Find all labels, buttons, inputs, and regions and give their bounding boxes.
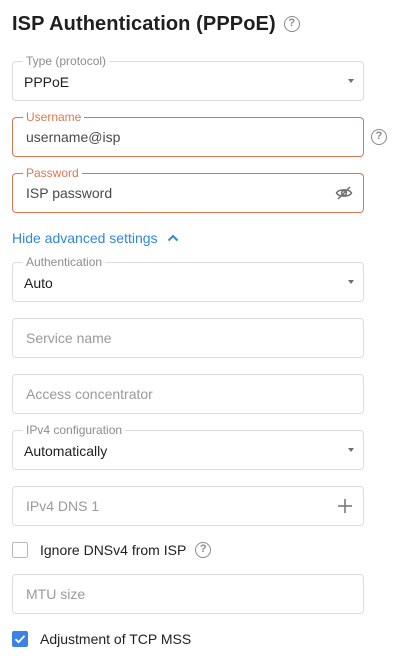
username-help-icon[interactable]: ? — [371, 129, 387, 145]
mtu-size-placeholder: MTU size — [26, 586, 86, 602]
type-protocol-select[interactable]: Type (protocol) PPPoE — [12, 54, 364, 101]
dropdown-caret-icon — [348, 79, 354, 83]
service-name-placeholder: Service name — [26, 330, 112, 346]
hide-advanced-link[interactable]: Hide advanced settings — [12, 230, 158, 246]
chevron-up-icon[interactable] — [166, 231, 180, 245]
tcp-mss-label[interactable]: Adjustment of TCP MSS — [40, 631, 191, 647]
authentication-select[interactable]: Authentication Auto — [12, 255, 364, 302]
ipv4-configuration-select[interactable]: IPv4 configuration Automatically — [12, 423, 364, 470]
ignore-dns-checkbox[interactable] — [12, 542, 28, 558]
mtu-size-input[interactable]: MTU size — [12, 574, 364, 614]
check-icon — [14, 635, 26, 644]
plus-icon[interactable] — [336, 497, 354, 515]
username-field[interactable]: Username username@isp — [12, 110, 364, 157]
authentication-value: Auto — [24, 275, 53, 291]
service-name-input[interactable]: Service name — [12, 318, 364, 358]
username-legend: Username — [23, 110, 85, 124]
password-field[interactable]: Password ISP password — [12, 166, 364, 213]
username-value: username@isp — [26, 129, 121, 145]
advanced-settings-toggle[interactable]: Hide advanced settings — [12, 229, 180, 247]
dropdown-caret-icon — [348, 448, 354, 452]
ipv4-configuration-value: Automatically — [24, 443, 108, 459]
ipv4-configuration-legend: IPv4 configuration — [23, 423, 126, 437]
type-protocol-value: PPPoE — [24, 74, 70, 90]
tcp-mss-row: Adjustment of TCP MSS — [12, 630, 191, 648]
page-title: ISP Authentication (PPPoE) — [12, 12, 276, 35]
type-protocol-legend: Type (protocol) — [23, 54, 110, 68]
help-icon[interactable]: ? — [195, 542, 212, 558]
password-legend: Password — [23, 166, 82, 180]
dropdown-caret-icon — [348, 280, 354, 284]
tcp-mss-checkbox[interactable] — [12, 631, 28, 647]
password-value: ISP password — [26, 185, 113, 201]
eye-off-icon[interactable] — [335, 184, 353, 202]
access-concentrator-placeholder: Access concentrator — [26, 386, 153, 402]
page-header: ISP Authentication (PPPoE) ? — [12, 10, 300, 38]
ipv4-dns1-input[interactable]: IPv4 DNS 1 — [12, 486, 364, 526]
authentication-legend: Authentication — [23, 255, 106, 269]
help-icon[interactable]: ? — [283, 16, 300, 32]
access-concentrator-input[interactable]: Access concentrator — [12, 374, 364, 414]
ignore-dns-label[interactable]: Ignore DNSv4 from ISP — [40, 542, 186, 558]
ipv4-dns1-placeholder: IPv4 DNS 1 — [26, 498, 100, 514]
ignore-dns-row: Ignore DNSv4 from ISP ? — [12, 541, 212, 559]
